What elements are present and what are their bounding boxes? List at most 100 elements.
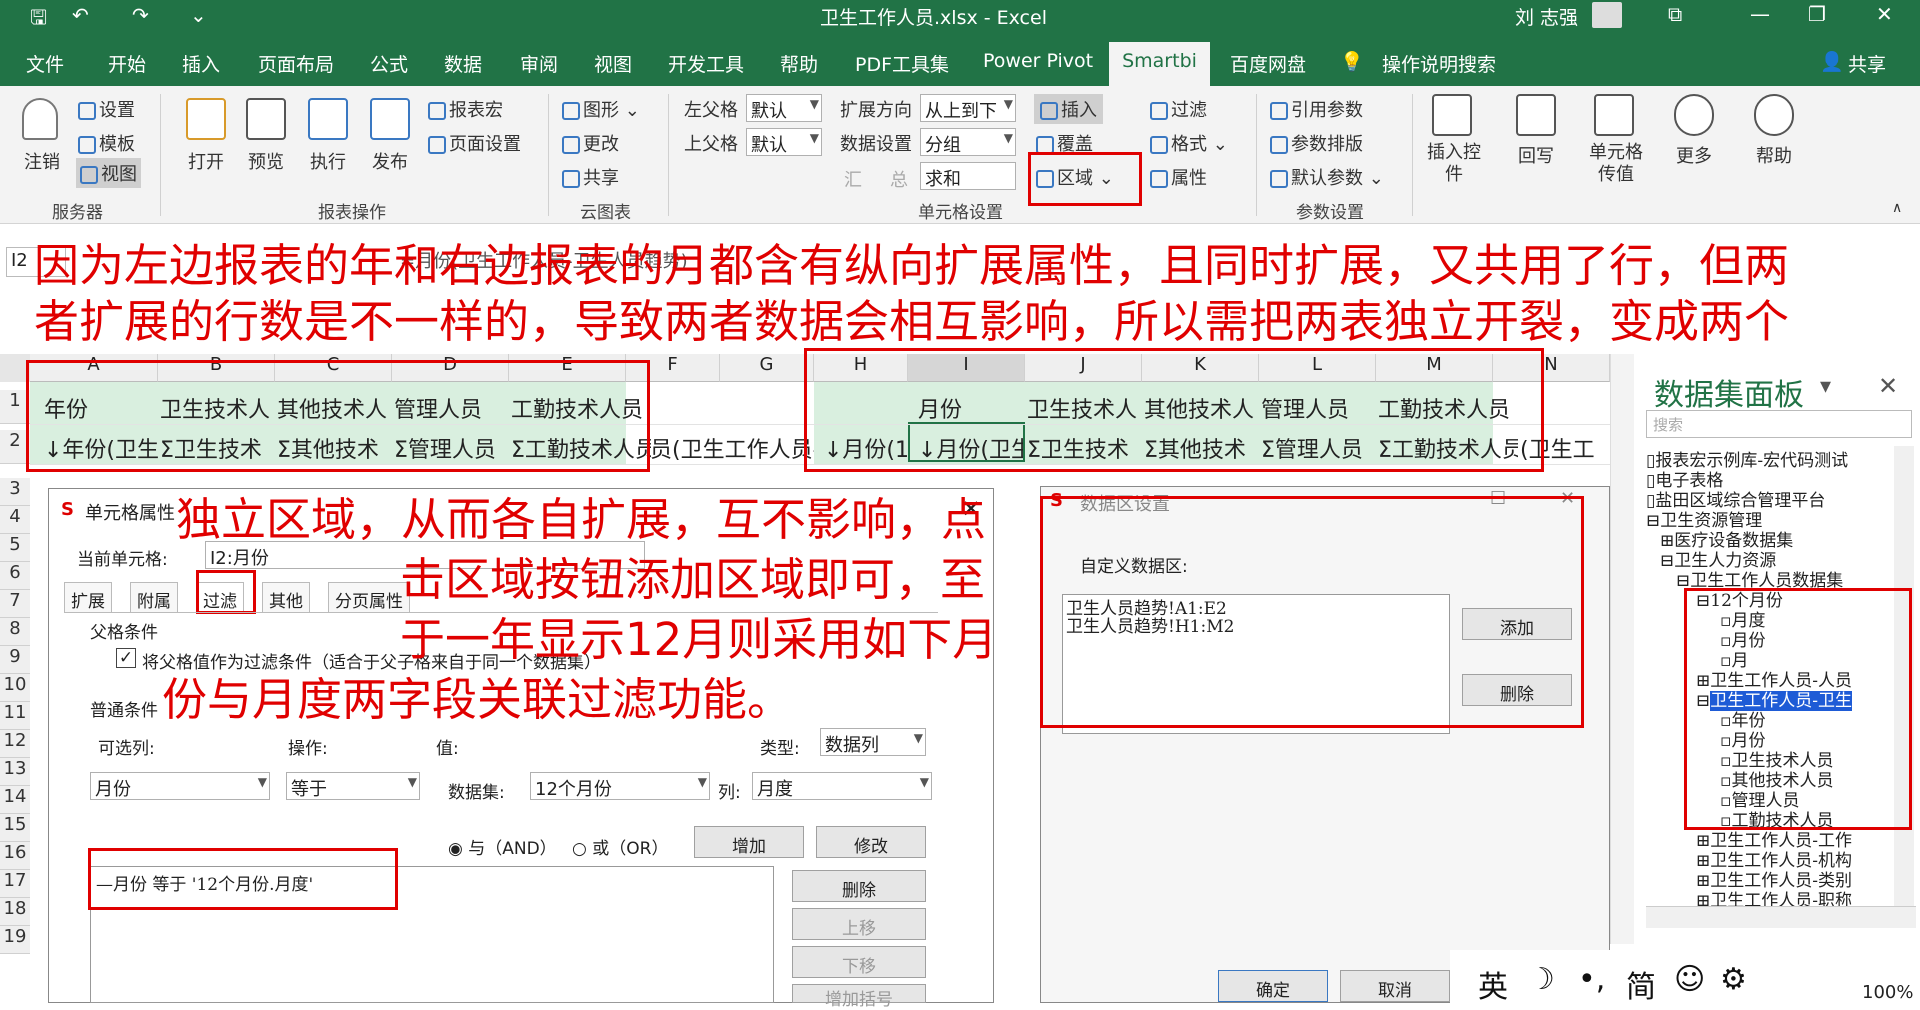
collapse-ribbon-icon[interactable]: ∧ — [1892, 200, 1902, 216]
avatar[interactable] — [1592, 2, 1622, 28]
data-setting-select[interactable]: 分组 ▼ — [920, 128, 1016, 156]
default-param-button[interactable]: 默认参数 ⌄ — [1270, 164, 1384, 190]
execute-icon[interactable] — [308, 98, 348, 140]
vertical-scrollbar[interactable] — [1610, 354, 1634, 944]
tab-formulas[interactable]: 公式 — [370, 50, 408, 77]
move-up-button[interactable]: 上移 — [792, 908, 926, 940]
tab-pdf-tools[interactable]: PDF工具集 — [855, 50, 949, 77]
more-icon[interactable] — [1674, 94, 1714, 136]
row-header[interactable]: 13 — [0, 758, 30, 786]
insert-button[interactable]: 插入 — [1034, 94, 1103, 124]
publish-button[interactable]: 发布 — [372, 148, 408, 174]
tab-help[interactable]: 帮助 — [780, 50, 818, 77]
delete-condition-button[interactable]: 删除 — [792, 870, 926, 902]
redo-icon[interactable]: ↷ — [132, 3, 149, 27]
view-button[interactable]: 视图 — [76, 158, 141, 188]
tab-expand[interactable]: 扩展 — [64, 582, 112, 612]
minimize-icon[interactable]: — — [1750, 2, 1770, 26]
row-header[interactable]: 15 — [0, 814, 30, 842]
cell-pass-button[interactable]: 单元格传值 — [1588, 142, 1644, 186]
row-header[interactable]: 8 — [0, 618, 30, 646]
row-header[interactable]: 17 — [0, 870, 30, 898]
row-header[interactable]: 18 — [0, 898, 30, 926]
row-header[interactable]: 16 — [0, 842, 30, 870]
share-button[interactable]: 共享 — [1848, 50, 1886, 77]
ok-button[interactable]: 确定 — [1218, 970, 1328, 1002]
column2-select[interactable]: 月度 ▼ — [752, 772, 932, 800]
dataset-select[interactable]: 12个月份 ▼ — [530, 772, 710, 800]
open-button[interactable]: 打开 — [188, 148, 224, 174]
row-header[interactable]: 5 — [0, 534, 30, 562]
tab-insert[interactable]: 插入 — [182, 50, 220, 77]
template-button[interactable]: 模板 — [78, 130, 135, 156]
tab-smartbi[interactable]: Smartbi — [1109, 42, 1210, 86]
share-chart-button[interactable]: 共享 — [562, 164, 619, 190]
preview-button[interactable]: 预览 — [248, 148, 284, 174]
tab-data[interactable]: 数据 — [444, 50, 482, 77]
tab-view[interactable]: 视图 — [594, 50, 632, 77]
ime-english-icon[interactable]: 英 — [1478, 962, 1508, 1006]
graph-button[interactable]: 图形 ⌄ — [562, 96, 640, 122]
row-header[interactable]: 6 — [0, 562, 30, 590]
moon-icon[interactable]: ☽ — [1528, 962, 1555, 997]
panel-search-input[interactable]: 搜索 — [1646, 410, 1912, 438]
tab-attached[interactable]: 附属 — [130, 582, 178, 612]
panel-close-icon[interactable]: ✕ — [1878, 372, 1898, 400]
aggregate-select[interactable]: 求和 — [920, 162, 1016, 190]
add-condition-button[interactable]: 增加 — [694, 826, 804, 858]
logout-icon[interactable] — [22, 98, 58, 140]
writeback-button[interactable]: 回写 — [1518, 142, 1554, 168]
punctuation-icon[interactable]: •, — [1578, 962, 1605, 997]
tab-baidu[interactable]: 百度网盘 — [1230, 50, 1306, 77]
attribute-button[interactable]: 属性 — [1150, 164, 1207, 190]
change-button[interactable]: 更改 — [562, 130, 619, 156]
tab-page-layout[interactable]: 页面布局 — [258, 50, 334, 77]
cell-pass-icon[interactable] — [1594, 94, 1634, 136]
page-setup-button[interactable]: 页面设置 — [428, 130, 521, 156]
and-radio[interactable]: ◉ 与（AND） — [448, 834, 557, 859]
tab-review[interactable]: 审阅 — [520, 50, 558, 77]
emoji-icon[interactable]: ☺ — [1674, 962, 1705, 997]
open-icon[interactable] — [186, 98, 226, 140]
expand-direction-select[interactable]: 从上到下 ▼ — [920, 94, 1016, 122]
row-header[interactable]: 7 — [0, 590, 30, 618]
share-icon[interactable]: 👤 — [1820, 50, 1844, 73]
panel-horizontal-scrollbar[interactable] — [1646, 906, 1916, 928]
more-button[interactable]: 更多 — [1676, 142, 1712, 168]
modify-condition-button[interactable]: 修改 — [816, 826, 926, 858]
row-header[interactable]: 4 — [0, 506, 30, 534]
cancel-button[interactable]: 取消 — [1340, 970, 1450, 1002]
param-layout-button[interactable]: 参数排版 — [1270, 130, 1363, 156]
column-select[interactable]: 月份 ▼ — [90, 772, 270, 800]
tab-home[interactable]: 开始 — [108, 50, 146, 77]
ribbon-display-icon[interactable]: ⧉ — [1668, 2, 1682, 26]
move-down-button[interactable]: 下移 — [792, 946, 926, 978]
or-radio[interactable]: ○ 或（OR） — [572, 834, 668, 859]
add-bracket-button[interactable]: 增加括号 — [792, 984, 926, 1010]
tab-developer[interactable]: 开发工具 — [668, 50, 744, 77]
row-header[interactable]: 14 — [0, 786, 30, 814]
report-macro-button[interactable]: 报表宏 — [428, 96, 503, 122]
close-icon[interactable]: ✕ — [1876, 2, 1893, 26]
tab-other[interactable]: 其他 — [262, 582, 310, 612]
preview-icon[interactable] — [246, 98, 286, 140]
row-header[interactable]: 12 — [0, 730, 30, 758]
writeback-icon[interactable] — [1516, 94, 1556, 136]
parent-checkbox[interactable]: ✓ — [116, 648, 136, 668]
insert-control-icon[interactable] — [1432, 94, 1472, 136]
row-header[interactable]: 10 — [0, 674, 30, 702]
format-button[interactable]: 格式 ⌄ — [1150, 130, 1228, 156]
panel-options-icon[interactable]: ▾ — [1820, 374, 1831, 399]
row-header[interactable]: 3 — [0, 478, 30, 506]
help-icon[interactable] — [1754, 94, 1794, 136]
top-parent-select[interactable]: 默认 ▼ — [746, 128, 822, 156]
filter-button[interactable]: 过滤 — [1150, 96, 1207, 122]
row-header[interactable]: 11 — [0, 702, 30, 730]
row-header[interactable]: 9 — [0, 646, 30, 674]
simplified-icon[interactable]: 简 — [1626, 962, 1656, 1006]
tab-power-pivot[interactable]: Power Pivot — [983, 50, 1093, 72]
reference-param-button[interactable]: 引用参数 — [1270, 96, 1363, 122]
tab-paging[interactable]: 分页属性 — [328, 582, 410, 612]
left-parent-select[interactable]: 默认 ▼ — [746, 94, 822, 122]
undo-icon[interactable]: ↶ — [72, 3, 89, 27]
